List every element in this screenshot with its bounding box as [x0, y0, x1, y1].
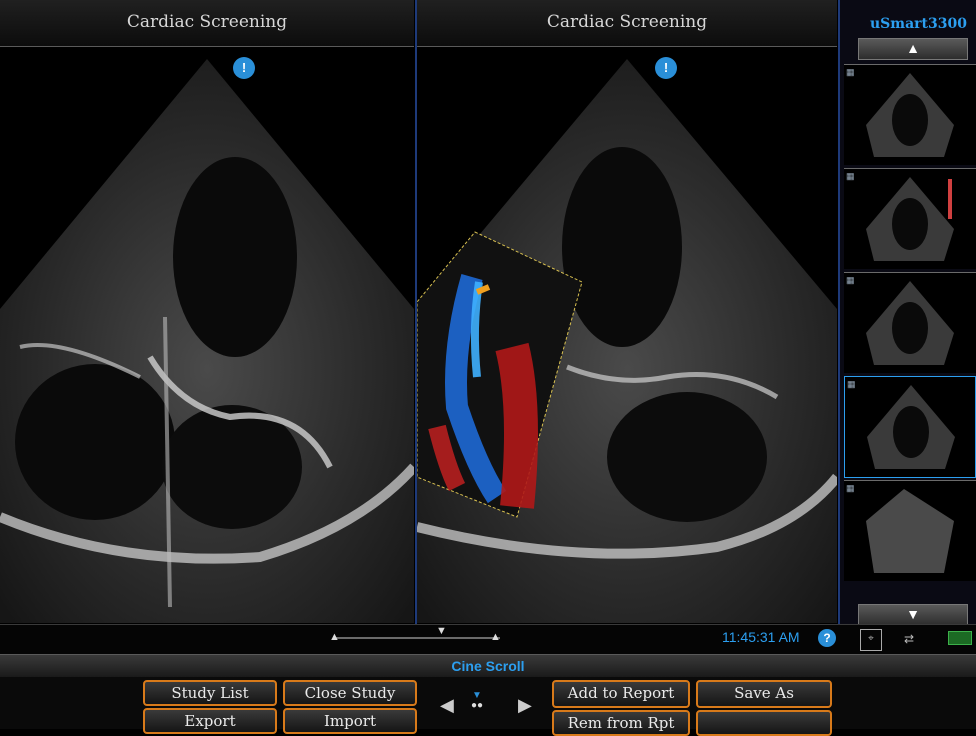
arrow-up-icon: ▲ [906, 40, 920, 56]
add-to-report-button[interactable]: Add to Report [552, 680, 690, 708]
softkey-panel: Study List Export Close Study Import ◀ ▼… [0, 677, 976, 736]
right-warning-icon[interactable]: ! [655, 57, 677, 79]
network-icon: ⇄ [903, 632, 915, 646]
thumbnail-5-image [866, 489, 954, 573]
left-panel-title: Cardiac Screening [0, 0, 414, 47]
cine-current-marker[interactable]: ▼ [436, 625, 447, 637]
thumbnail-1-image [866, 73, 954, 157]
thumbnail-4[interactable]: ▦ [844, 376, 976, 478]
left-ultrasound-image [0, 47, 418, 623]
thumbnail-5[interactable]: ▦ [844, 480, 976, 581]
page-next-icon[interactable]: ▶ [518, 695, 532, 716]
right-panel-title: Cardiac Screening [417, 0, 837, 47]
left-warning-icon[interactable]: ! [233, 57, 255, 79]
thumbnail-1[interactable]: ▦ [844, 64, 976, 165]
cine-end-marker[interactable]: ▲ [490, 631, 501, 643]
cine-start-marker[interactable]: ▲ [329, 631, 340, 643]
thumbnail-2[interactable]: ▦ [844, 168, 976, 269]
brand-label: uSmart3300 [870, 16, 967, 32]
thumbnails-scroll-down-button[interactable]: ▼ [858, 604, 968, 626]
page-prev-icon[interactable]: ◀ [440, 695, 454, 716]
thumbnail-1-tag: ▦ [846, 67, 855, 77]
thumbnail-5-tag: ▦ [846, 483, 855, 493]
cine-track[interactable] [334, 637, 500, 639]
arrow-down-icon: ▼ [906, 606, 920, 622]
status-time: 11:45:31 AM [722, 629, 800, 645]
thumbnail-3[interactable]: ▦ [844, 272, 976, 373]
thumbnail-3-image [866, 281, 954, 365]
thumbnail-2-image [866, 177, 954, 261]
rem-from-rpt-button[interactable]: Rem from Rpt [552, 710, 690, 736]
thumbnail-2-tag: ▦ [846, 171, 855, 181]
right-echo-sector [415, 59, 841, 623]
probe-icon: ⌖ [860, 629, 882, 651]
status-bar: ▲ ▼ ▲ 11:45:31 AM ? ⌖ ⇄ [0, 624, 976, 655]
right-ultrasound-image [415, 47, 841, 623]
export-button[interactable]: Export [143, 708, 277, 734]
thumbnail-3-tag: ▦ [846, 275, 855, 285]
study-list-button[interactable]: Study List [143, 680, 277, 706]
thumbnail-sidebar: uSmart3300 ▲ ▦ ▦ ▦ ▦ ▦ ▼ [838, 0, 976, 626]
thumbnail-4-tag: ▦ [847, 379, 856, 389]
close-study-button[interactable]: Close Study [283, 680, 417, 706]
thumbnail-4-image [867, 385, 955, 469]
empty-softkey[interactable] [696, 710, 832, 736]
import-button[interactable]: Import [283, 708, 417, 734]
left-echo-sector [0, 59, 418, 623]
battery-icon [948, 631, 972, 645]
thumbnails-scroll-up-button[interactable]: ▲ [858, 38, 968, 60]
help-icon[interactable]: ? [818, 629, 836, 647]
page-dots-icon: ●● [470, 700, 484, 711]
save-as-button[interactable]: Save As [696, 680, 832, 708]
page-indicator: ▼ ●● [466, 691, 488, 721]
cine-scroll-bar[interactable]: Cine Scroll [0, 654, 976, 678]
